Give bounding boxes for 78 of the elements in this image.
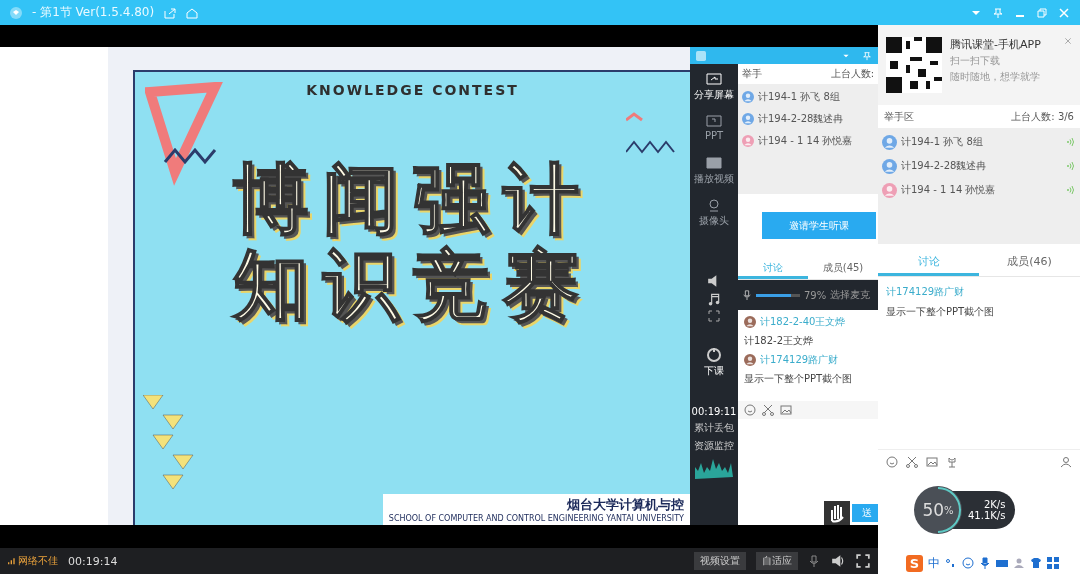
- grid-icon[interactable]: [1047, 557, 1059, 569]
- message-author: 计174129路广财: [760, 353, 839, 367]
- student-name[interactable]: 计194-1 孙飞 8组: [901, 135, 983, 149]
- stage-count: 上台人数: 3/6: [1011, 109, 1074, 124]
- stage-count: 上台人数:: [830, 67, 874, 81]
- resource-monitor-label: 资源监控: [694, 439, 734, 453]
- avatar-icon: [744, 316, 756, 328]
- scissors-icon[interactable]: [906, 456, 918, 468]
- school-name: 烟台大学计算机与控: [567, 496, 684, 514]
- message-author: 计174129路广财: [886, 285, 966, 299]
- microphone-select[interactable]: 选择麦克: [830, 288, 871, 302]
- student-name[interactable]: 计194-2-28魏述冉: [758, 112, 844, 126]
- emoji-icon[interactable]: [744, 403, 756, 416]
- class-timer: 00:19:11: [691, 406, 737, 417]
- microphone-icon[interactable]: [808, 554, 820, 568]
- slide-title: 知识竞赛: [232, 242, 593, 328]
- signal-icon[interactable]: [8, 557, 16, 565]
- volume-reading: 79%: [804, 289, 827, 301]
- slide-title: 博闻强计: [232, 156, 593, 242]
- sound-icon: [1066, 161, 1076, 171]
- window-title: - 第1节 Ver(1.5.4.80): [32, 4, 155, 21]
- qr-code: [886, 37, 942, 93]
- microphone-icon[interactable]: [979, 557, 991, 569]
- tab[interactable]: 成员(46): [979, 250, 1080, 276]
- image-icon[interactable]: [780, 403, 792, 416]
- tool-button[interactable]: 播放视频: [694, 156, 734, 194]
- student-name[interactable]: 计194-1 孙飞 8组: [758, 90, 840, 104]
- keyboard-icon[interactable]: [996, 557, 1008, 569]
- tool-button[interactable]: PPT: [704, 114, 724, 152]
- school-name-english: SCHOOL OF COMPUTER AND CONTROL ENGINEERING YANTAI UNIVERSITY: [388, 514, 684, 523]
- shirt-icon[interactable]: [1030, 557, 1042, 569]
- speaker-icon[interactable]: [830, 554, 846, 568]
- app-download-title: 腾讯课堂-手机APP: [950, 37, 1041, 52]
- student-name[interactable]: 计194 - 1 14 孙悦嘉: [901, 183, 996, 197]
- image-icon[interactable]: [926, 456, 938, 468]
- emoji-icon[interactable]: [886, 456, 898, 468]
- raise-hand-header: 举手: [742, 67, 762, 81]
- tab[interactable]: 成员(45): [808, 259, 878, 279]
- volume-slider[interactable]: [756, 293, 800, 297]
- tool-button[interactable]: 分享屏幕: [694, 72, 734, 110]
- play-video-icon: [705, 156, 723, 170]
- power-icon: [706, 346, 722, 362]
- share-screen-icon: [705, 72, 723, 86]
- sound-icon: [1066, 185, 1076, 195]
- scissors-icon[interactable]: [762, 403, 774, 416]
- end-class-button[interactable]: 下课: [704, 346, 724, 384]
- student-name[interactable]: 计194-2-28魏述冉: [901, 159, 987, 173]
- raise-hand-header: 举手区: [884, 109, 914, 124]
- message-text: 计182-2王文烨: [744, 334, 815, 348]
- speed-percent: 50: [922, 500, 945, 520]
- emoji-icon[interactable]: [962, 557, 974, 569]
- student-name[interactable]: 计194 - 1 14 孙悦嘉: [758, 134, 853, 148]
- slides-icon: [705, 114, 723, 128]
- close-icon[interactable]: [1064, 37, 1072, 45]
- music-icon[interactable]: [707, 292, 721, 306]
- slide-heading: KNOWLEDGE CONTEST: [306, 82, 519, 98]
- sound-icon: [1066, 137, 1076, 147]
- tool-button[interactable]: 摄像头: [699, 198, 729, 236]
- app-download-hint: 随时随地，想学就学: [950, 70, 1041, 84]
- elapsed-time: 00:19:14: [68, 554, 118, 568]
- network-status: 网络不佳: [18, 554, 58, 568]
- user-settings-icon[interactable]: [1060, 456, 1072, 468]
- message-author: 计182-2-40王文烨: [760, 315, 846, 329]
- video-button[interactable]: 自适应: [756, 552, 798, 570]
- message-text: 显示一下整个PPT截个图: [744, 372, 854, 386]
- percent-unit: %: [944, 504, 954, 516]
- packet-loss-label: 累计丢包: [694, 421, 734, 435]
- ime-mode[interactable]: 中: [928, 554, 940, 572]
- avatar-icon: [744, 354, 756, 366]
- download-speed: 41.1K/s: [968, 510, 1006, 521]
- raise-hand-icon[interactable]: [824, 501, 850, 525]
- fullscreen-icon[interactable]: [708, 310, 720, 322]
- punctuation-icon[interactable]: [945, 557, 957, 569]
- user-icon[interactable]: [1013, 557, 1025, 569]
- upload-speed: 2K/s: [982, 499, 1006, 510]
- fullscreen-icon[interactable]: [856, 554, 870, 568]
- message-text: 显示一下整个PPT截个图: [886, 305, 996, 319]
- video-button[interactable]: 视频设置: [694, 552, 746, 570]
